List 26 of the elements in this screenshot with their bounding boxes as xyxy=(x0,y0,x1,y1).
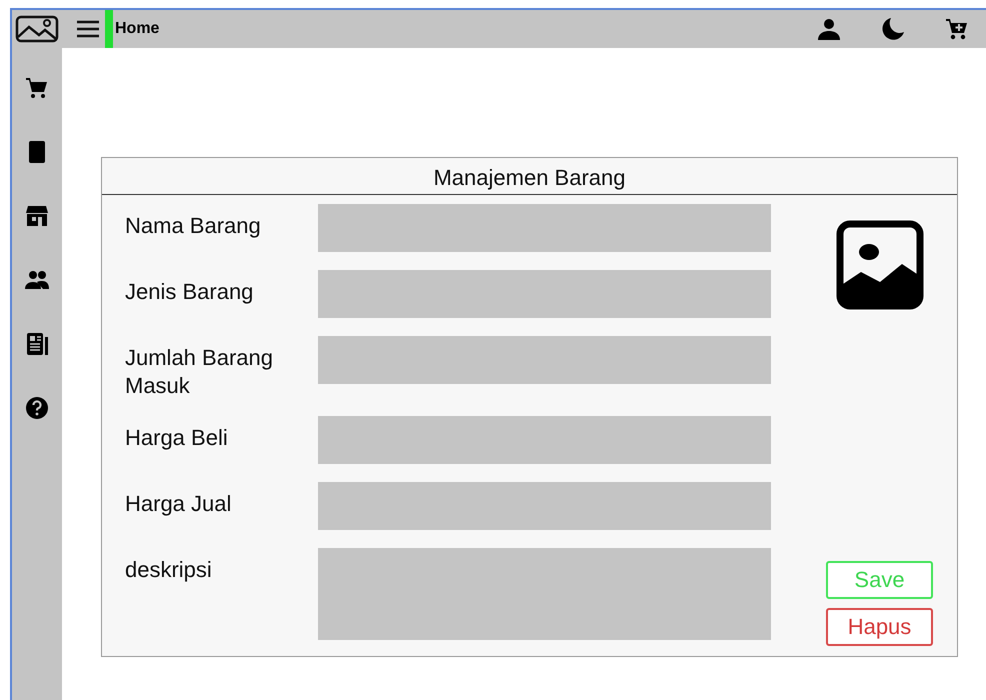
delete-button[interactable]: Hapus xyxy=(826,608,933,646)
moon-icon[interactable] xyxy=(881,17,905,41)
field-label: Nama Barang xyxy=(125,212,262,240)
picture-icon[interactable] xyxy=(15,15,59,43)
store-icon[interactable] xyxy=(25,204,49,228)
field-label: Jenis Barang xyxy=(125,278,254,306)
cart-add-icon[interactable] xyxy=(945,17,969,41)
input-field[interactable] xyxy=(318,336,771,384)
field-label: deskripsi xyxy=(125,556,213,584)
field-label: Jumlah Barang Masuk xyxy=(125,344,274,400)
image-icon[interactable] xyxy=(836,220,924,310)
field-label: Harga Jual xyxy=(125,490,232,518)
help-icon[interactable] xyxy=(25,396,49,420)
page-title: Home xyxy=(115,20,160,38)
cart-icon[interactable] xyxy=(25,76,49,100)
field-label: Harga Beli xyxy=(125,424,229,452)
input-field[interactable] xyxy=(318,270,771,318)
form-title: Manajemen Barang xyxy=(102,158,957,195)
input-field[interactable] xyxy=(318,204,771,252)
active-marker xyxy=(105,10,113,48)
newspaper-icon[interactable] xyxy=(25,332,49,356)
user-icon[interactable] xyxy=(817,17,841,41)
input-field[interactable] xyxy=(318,416,771,464)
input-field[interactable] xyxy=(318,482,771,530)
menu-icon[interactable] xyxy=(76,19,100,39)
people-icon[interactable] xyxy=(25,268,49,292)
